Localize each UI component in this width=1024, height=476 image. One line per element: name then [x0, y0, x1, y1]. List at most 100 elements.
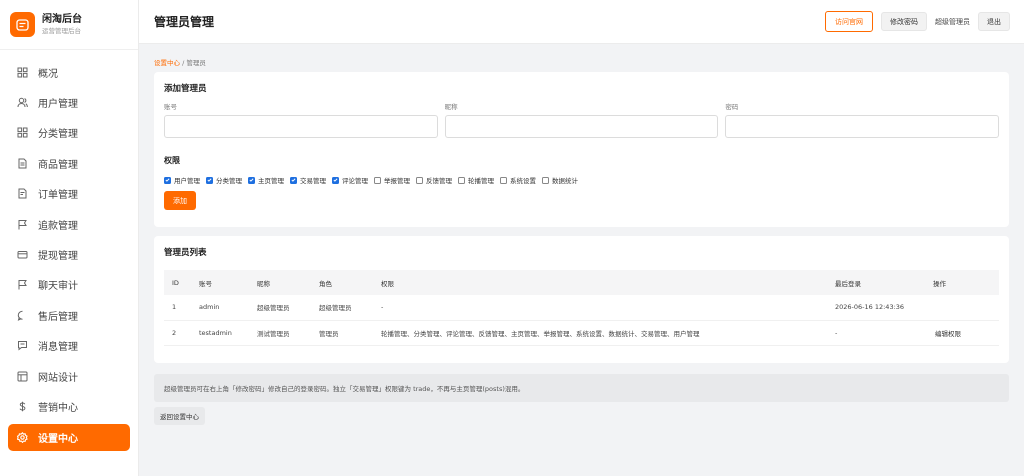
column-header: 权限	[373, 270, 827, 295]
brand-subtitle: 运营管理后台	[42, 26, 81, 35]
sidebar-item-label: 聊天审计	[38, 281, 78, 293]
breadcrumb-current: 管理员	[186, 59, 206, 67]
cell-last-login: -	[827, 320, 925, 346]
cell-last-login: 2026-06-16 12:43:36	[827, 295, 925, 321]
password-field-group: 密码	[725, 101, 1000, 138]
gear-icon	[17, 431, 28, 443]
visit-site-button[interactable]: 访问官网	[825, 11, 873, 32]
sidebar-item-label: 用户管理	[38, 99, 78, 111]
sidebar-item-6[interactable]: 提现管理	[0, 239, 138, 269]
sidebar-item-label: 商品管理	[38, 159, 78, 171]
checkbox-unchecked-icon[interactable]	[458, 176, 465, 184]
column-header: 角色	[311, 270, 373, 295]
permission-option[interactable]: 主页管理	[248, 175, 284, 185]
password-input[interactable]	[725, 115, 1000, 138]
cell-role: 超级管理员	[311, 295, 373, 321]
permission-option[interactable]: 交易管理	[290, 175, 326, 185]
permission-option[interactable]: 系统设置	[500, 175, 536, 185]
cell-perms: -	[373, 295, 827, 321]
permission-label: 主页管理	[258, 177, 284, 185]
card-icon	[17, 249, 28, 260]
sidebar-item-1[interactable]: 用户管理	[0, 87, 138, 117]
document-icon	[17, 158, 28, 169]
sidebar-nav: 概况用户管理分类管理商品管理订单管理 追款管理 提现管理聊天审计售后管理消息管理网站…	[0, 50, 138, 451]
sidebar-item-3[interactable]: 商品管理	[0, 148, 138, 178]
info-note: 超级管理员可在右上角「修改密码」修改自己的登录密码。独立「交易管理」权限键为 t…	[154, 374, 1009, 402]
breadcrumb-parent-link[interactable]: 设置中心	[154, 59, 180, 67]
cell-id: 2	[164, 320, 191, 346]
account-input[interactable]	[164, 115, 438, 138]
permission-label: 数据统计	[552, 177, 578, 185]
sidebar-item-5[interactable]: 追款管理	[0, 209, 138, 239]
checkbox-checked-icon[interactable]	[248, 176, 255, 184]
permission-option[interactable]: 数据统计	[542, 175, 578, 185]
change-password-button[interactable]: 修改密码	[881, 12, 927, 31]
edit-permissions-link[interactable]: 编辑权限	[925, 320, 999, 346]
checkbox-checked-icon[interactable]	[206, 176, 213, 184]
back-to-settings-button[interactable]: 返回设置中心	[154, 407, 205, 425]
user-icon	[17, 97, 28, 108]
sidebar-item-label: 售后管理	[38, 311, 78, 323]
breadcrumb-separator: /	[182, 59, 185, 67]
admin-list-title: 管理员列表	[164, 248, 207, 258]
sidebar-item-10[interactable]: 网站设计	[0, 361, 138, 391]
permissions-title: 权限	[164, 156, 180, 165]
checkbox-checked-icon[interactable]	[164, 176, 171, 184]
sidebar-item-9[interactable]: 消息管理	[0, 331, 138, 361]
permissions-list: 用户管理 分类管理 主页管理 交易管理 评论管理 举报管理 反馈管理 轮播管理 系统设置 数据统计	[164, 175, 999, 185]
checkbox-unchecked-icon[interactable]	[500, 176, 507, 184]
checkbox-checked-icon[interactable]	[332, 176, 339, 184]
main-content: 设置中心 / 管理员 添加管理员 账号 昵称 密码 权限 用户管理 分类管理 主页管…	[154, 44, 1009, 425]
permission-label: 反馈管理	[426, 177, 452, 185]
grid-icon	[17, 67, 28, 78]
sidebar-item-2[interactable]: 分类管理	[0, 118, 138, 148]
sidebar-item-12[interactable]: 设置中心	[8, 423, 130, 451]
permission-label: 系统设置	[510, 177, 536, 185]
column-header: 最后登录	[827, 270, 925, 295]
table-header-row: ID 账号 昵称 角色 权限 最后登录 操作	[164, 270, 999, 295]
edit-permissions-link	[925, 295, 999, 321]
permission-option[interactable]: 评论管理	[332, 175, 368, 185]
permission-option[interactable]: 分类管理	[206, 175, 242, 185]
column-header: 账号	[191, 270, 249, 295]
nickname-input[interactable]	[444, 115, 719, 138]
order-icon	[17, 188, 28, 199]
admin-table: ID 账号 昵称 角色 权限 最后登录 操作 1 admin 超级管理员 超级管理员 -2026-0…	[164, 270, 999, 346]
column-header: 操作	[925, 270, 999, 295]
layout-icon	[17, 371, 28, 382]
add-admin-button[interactable]: 添加	[164, 191, 196, 210]
flag-icon	[17, 219, 28, 230]
sidebar-item-label: 分类管理	[38, 129, 78, 141]
permission-option[interactable]: 举报管理	[374, 175, 410, 185]
role-label: 超级管理员	[935, 17, 970, 26]
sidebar-item-label: 营销中心	[38, 402, 78, 414]
sidebar-item-label: 设置中心	[38, 433, 78, 445]
permission-option[interactable]: 轮播管理	[458, 175, 494, 185]
checkbox-unchecked-icon[interactable]	[374, 176, 381, 184]
account-field-group: 账号	[164, 101, 438, 138]
sidebar-item-0[interactable]: 概况	[0, 57, 138, 87]
cell-nickname: 超级管理员	[249, 295, 311, 321]
permission-label: 轮播管理	[468, 177, 494, 185]
table-row: 1 admin 超级管理员 超级管理员 -2026-06-16 12:43:36	[164, 295, 999, 321]
sidebar-item-8[interactable]: 售后管理	[0, 300, 138, 330]
column-header: 昵称	[249, 270, 311, 295]
permission-option[interactable]: 用户管理	[164, 175, 200, 185]
nickname-field-group: 昵称	[444, 101, 719, 138]
logout-button[interactable]: 退出	[978, 12, 1010, 31]
permission-option[interactable]: 反馈管理	[416, 175, 452, 185]
checkbox-checked-icon[interactable]	[290, 176, 297, 184]
sidebar-item-11[interactable]: 营销中心	[0, 391, 138, 421]
sidebar-item-label: 消息管理	[38, 342, 78, 354]
password-label: 密码	[725, 103, 739, 111]
sidebar-item-4[interactable]: 订单管理	[0, 179, 138, 209]
sidebar-item-7[interactable]: 聊天审计	[0, 270, 138, 300]
permission-label: 分类管理	[216, 177, 242, 185]
sidebar-item-label: 网站设计	[38, 372, 78, 384]
checkbox-unchecked-icon[interactable]	[416, 176, 423, 184]
cell-id: 1	[164, 295, 191, 321]
cell-account: testadmin	[191, 320, 249, 346]
column-header: ID	[164, 270, 191, 295]
cell-perms: 轮播管理、分类管理、评论管理、反馈管理、主页管理、举报管理、系统设置、数据统计、…	[373, 320, 827, 346]
checkbox-unchecked-icon[interactable]	[542, 176, 549, 184]
